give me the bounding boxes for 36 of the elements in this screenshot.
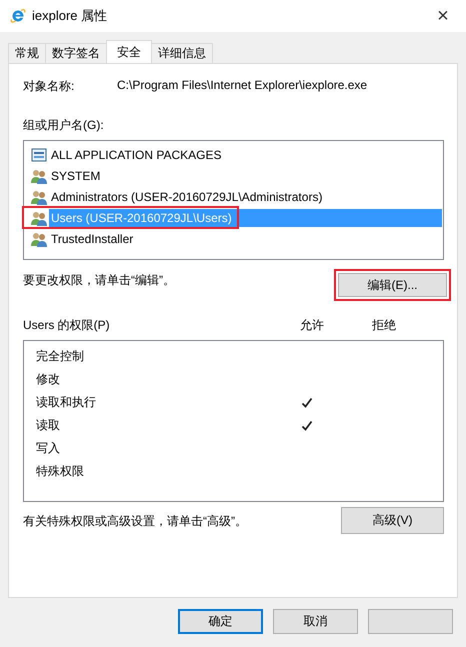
user-list-item[interactable]: TrustedInstaller: [49, 230, 136, 248]
user-list-item[interactable]: Administrators (USER-20160729JL\Administrators): [49, 188, 324, 206]
deny-header: 拒绝: [372, 317, 397, 334]
permission-name: 修改: [36, 371, 61, 388]
allow-header: 允许: [300, 317, 325, 334]
users-icon: [31, 168, 47, 184]
object-name-value: C:\Program Files\Internet Explorer\iexplore.exe: [117, 78, 368, 94]
edit-button[interactable]: 编辑(E)...: [338, 273, 447, 297]
tab[interactable]: 常规: [8, 43, 46, 63]
ok-button[interactable]: 确定: [178, 609, 263, 634]
permission-name: 读取: [36, 417, 61, 434]
permission-name: 读取和执行: [36, 394, 97, 411]
permission-name: 写入: [36, 440, 61, 457]
browser-logo-icon: [10, 8, 26, 24]
users-icon: [31, 188, 47, 204]
groups-label: 组或用户名(G):: [23, 117, 105, 134]
advanced-hint: 有关特殊权限或高级设置，请单击“高级”。: [23, 513, 247, 530]
users-icon: [31, 230, 47, 246]
users-icon: [31, 210, 47, 226]
cancel-button[interactable]: 取消: [273, 609, 358, 634]
package-icon: [31, 146, 47, 162]
edit-hint: 要更改权限，请单击“编辑”。: [23, 272, 175, 289]
tab[interactable]: 详细信息: [151, 43, 213, 63]
check-icon: [301, 396, 313, 408]
check-icon: [301, 420, 313, 432]
tab[interactable]: 安全: [106, 40, 152, 63]
user-list-item[interactable]: ALL APPLICATION PACKAGES: [49, 146, 224, 164]
permission-name: 特殊权限: [36, 463, 85, 480]
dialog-button[interactable]: [368, 609, 453, 634]
object-name-label: 对象名称:: [23, 78, 76, 95]
close-button[interactable]: ×: [420, 0, 466, 32]
window-title: iexplore 属性: [32, 7, 108, 25]
advanced-button[interactable]: 高级(V): [341, 507, 444, 534]
permissions-label: Users 的权限(P): [23, 317, 111, 334]
permission-name: 完全控制: [36, 348, 85, 365]
user-list-item[interactable]: SYSTEM: [49, 166, 102, 184]
